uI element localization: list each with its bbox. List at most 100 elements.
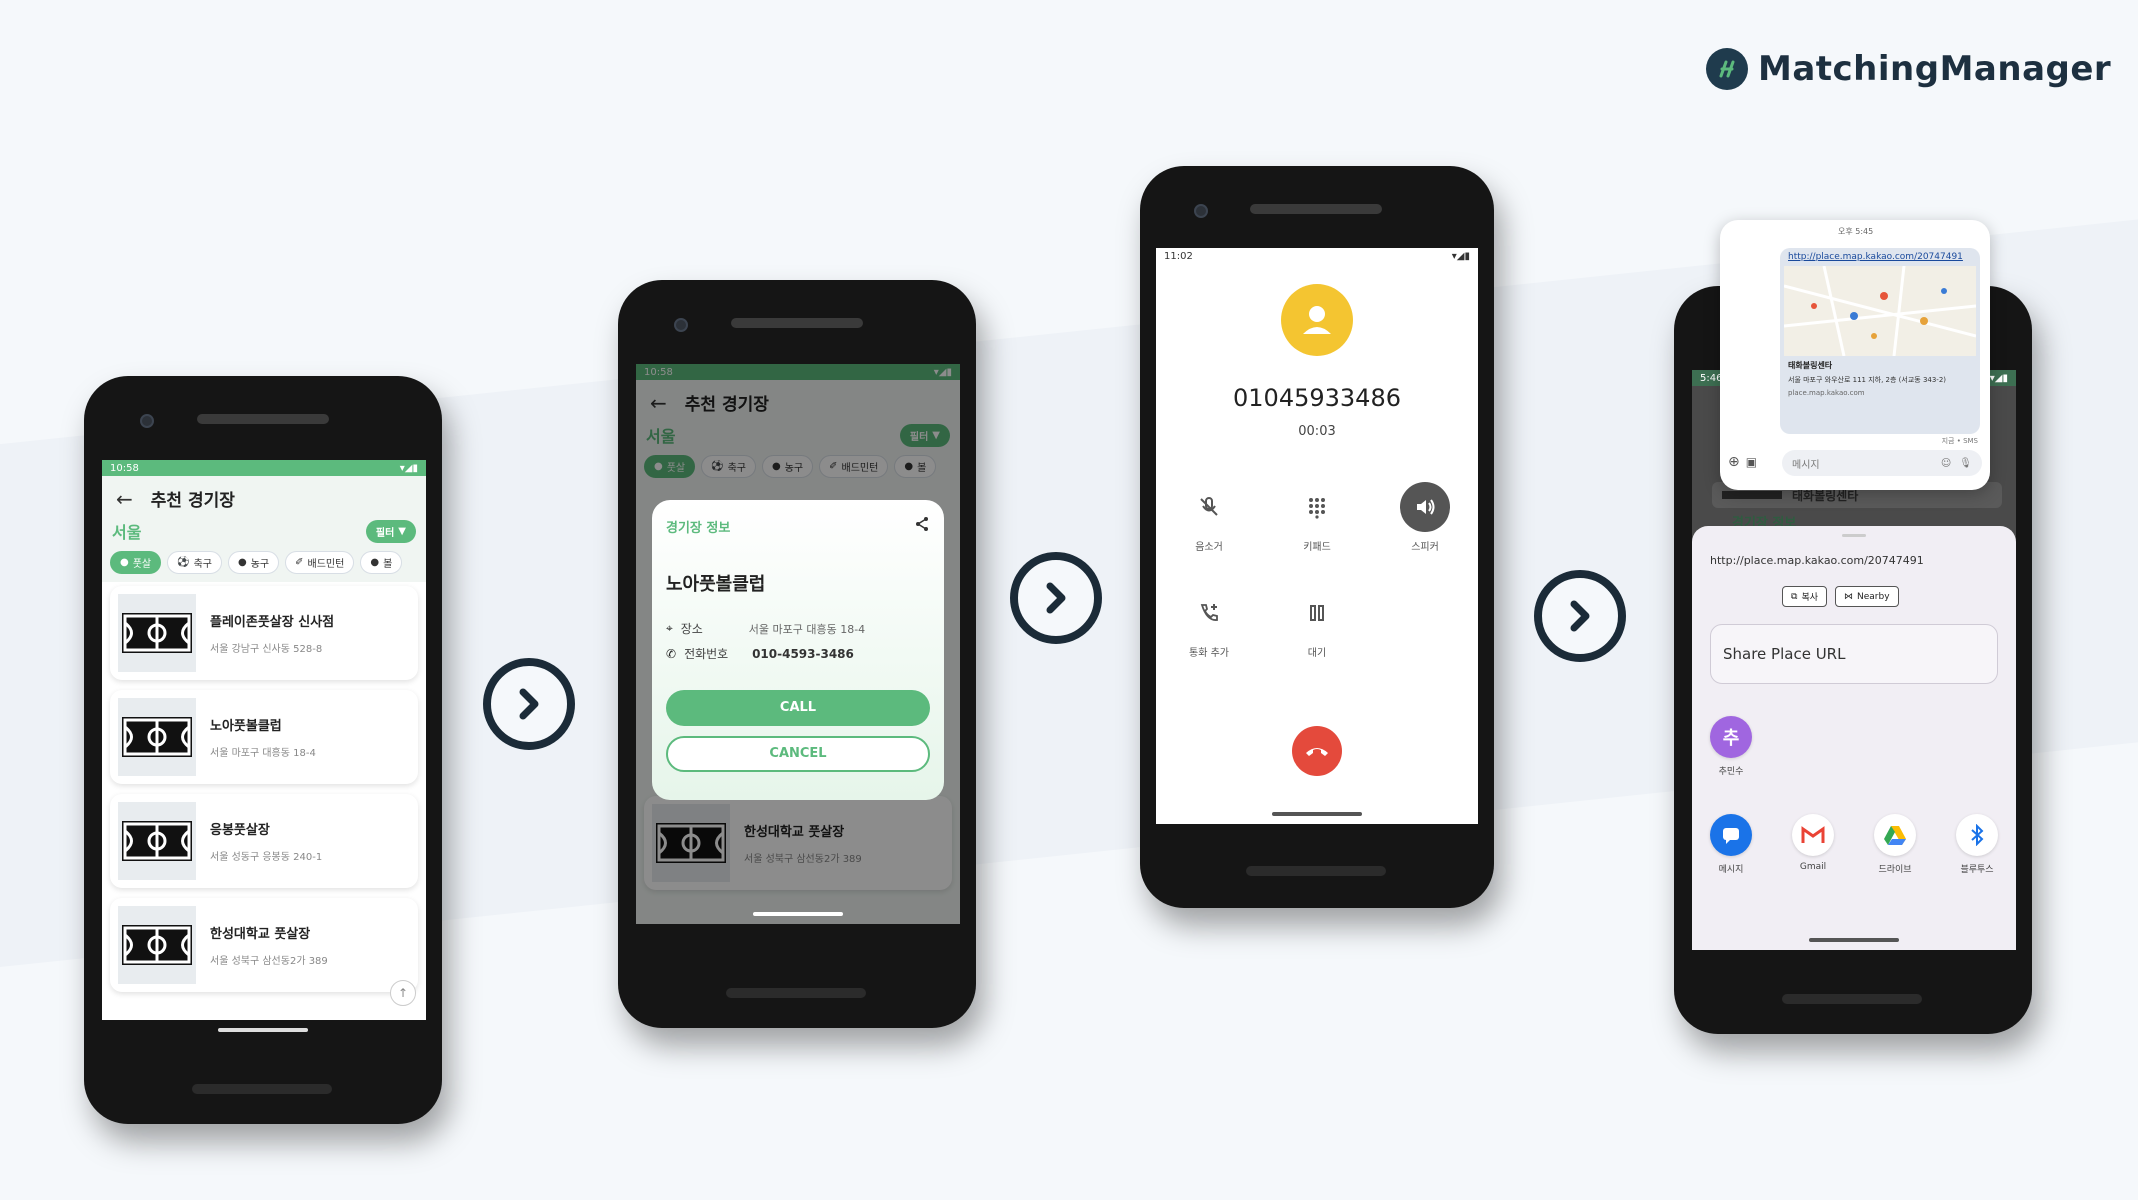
add-call-button[interactable]: 통화 추가	[1174, 588, 1244, 659]
venue-name: 노아풋볼클럽	[210, 719, 282, 734]
chip-basketball[interactable]: ● 농구	[228, 551, 280, 574]
court-thumbnail-icon	[118, 594, 196, 672]
chip-badminton[interactable]: ✐ 배드민턴	[285, 551, 355, 574]
bottom-speaker	[192, 1084, 332, 1094]
nearby-icon: ⋈	[1844, 591, 1853, 602]
app-bluetooth[interactable]: 블루투스	[1942, 814, 2012, 875]
soccer-ball-icon: ⚽	[177, 557, 190, 568]
bottom-speaker	[726, 988, 866, 998]
map-preview-icon	[1783, 265, 1977, 357]
venue-card[interactable]: 한성대학교 풋살장 서울 성북구 삼선동2가 389	[110, 898, 418, 992]
filter-icon: ▼	[398, 525, 406, 537]
venue-name: 플레이존풋살장 신사점	[210, 615, 335, 630]
add-attachment-icon[interactable]: ⊕	[1728, 454, 1740, 470]
phone-icon: ✆	[666, 646, 677, 661]
phone-label: 전화번호	[684, 647, 729, 661]
chip-label: 축구	[193, 559, 212, 570]
nearby-label: Nearby	[1857, 591, 1890, 602]
chip-futsal[interactable]: ● 풋살	[110, 551, 162, 574]
page-title: 추천 경기장	[150, 491, 235, 511]
venue-card[interactable]: 노아풋볼클럽 서울 마포구 대흥동 18-4	[110, 690, 418, 784]
app-drive[interactable]: 드라이브	[1860, 814, 1930, 875]
message-place-name: 태화볼링센타	[1788, 361, 1833, 370]
nearby-button[interactable]: ⋈ Nearby	[1835, 586, 1899, 607]
basketball-icon: ●	[238, 557, 247, 568]
venue-name: 한성대학교 풋살장	[210, 927, 311, 942]
messages-icon	[1710, 814, 1752, 856]
mute-label: 음소거	[1195, 542, 1223, 553]
filter-label: 필터	[375, 527, 395, 539]
venue-card[interactable]: 응봉풋살장 서울 성동구 응봉동 240-1	[110, 794, 418, 888]
share-text-field[interactable]: Share Place URL	[1710, 624, 1998, 684]
chip-label: 배드민턴	[307, 559, 345, 570]
filter-button[interactable]: 필터 ▼	[365, 519, 416, 543]
status-icons: ▾◢▮	[1451, 250, 1470, 262]
status-bar: 11:02 ▾◢▮	[1156, 248, 1478, 264]
emoji-icon[interactable]: ☺	[1941, 458, 1951, 469]
front-camera	[1194, 204, 1208, 218]
ball-icon: ●	[120, 557, 129, 568]
hold-button[interactable]: 대기	[1282, 588, 1352, 659]
gallery-icon[interactable]: ▣	[1746, 455, 1757, 469]
court-thumbnail-icon	[118, 906, 196, 984]
status-time: 10:58	[110, 462, 139, 474]
call-screen: 11:02 ▾◢▮ 01045933486 00:03 음소거 키패드 스피커	[1156, 248, 1478, 824]
add-call-icon	[1184, 588, 1234, 638]
copy-label: 복사	[1801, 593, 1818, 603]
status-icons: ▾◢▮	[1989, 372, 2008, 384]
redacted-bar	[1722, 491, 1782, 499]
call-button[interactable]: CALL	[666, 690, 930, 726]
sport-chips: ● 풋살 ⚽ 축구 ● 농구 ✐ 배드민턴 ● 볼	[102, 549, 426, 582]
app-label: 메시지	[1718, 865, 1744, 875]
dialog-title: 경기장 정보	[666, 520, 731, 536]
region-row: 서울 필터 ▼	[102, 517, 426, 549]
venue-card[interactable]: 플레이존풋살장 신사점 서울 강남구 신사동 528-8	[110, 586, 418, 680]
message-time: 오후 5:45	[1838, 227, 1874, 236]
chip-soccer[interactable]: ⚽ 축구	[167, 551, 222, 574]
app-gmail[interactable]: Gmail	[1778, 814, 1848, 872]
sheet-handle[interactable]	[1842, 534, 1866, 537]
chip-label: 볼	[383, 559, 393, 570]
bottom-speaker	[1246, 866, 1386, 876]
back-arrow-icon[interactable]: ←	[116, 487, 133, 511]
chip-label: 농구	[250, 559, 270, 570]
message-input[interactable]: 메시지 ☺ 🎙	[1782, 450, 1982, 476]
phone-value: 010-4593-3486	[752, 646, 854, 661]
app-label: 드라이브	[1878, 865, 1912, 875]
venue-info-dialog: 경기장 정보 노아풋볼클럽 ⌖ 장소 서울 마포구 대흥동 18-4 ✆ 전화번…	[652, 500, 944, 800]
venue-name: 노아풋볼클럽	[666, 574, 766, 595]
place-label: 장소	[680, 622, 703, 636]
venue-list-screen: 10:58 ▾◢▮ ← 추천 경기장 서울 필터 ▼ ● 풋살 ⚽ 축구 ● 농구 ✐…	[102, 460, 426, 1020]
region-label[interactable]: 서울	[112, 519, 141, 543]
earpiece	[197, 414, 329, 424]
court-thumbnail-icon	[118, 698, 196, 776]
brand-logo-icon	[1706, 48, 1748, 90]
share-icon[interactable]	[914, 516, 930, 536]
chevron-right-icon	[1046, 582, 1066, 614]
keypad-button[interactable]: 키패드	[1282, 482, 1352, 553]
map-thumbnail	[1783, 265, 1977, 357]
venue-address: 서울 성동구 응봉동 240-1	[210, 852, 323, 863]
scroll-top-icon[interactable]: ↑	[390, 980, 416, 1006]
chip-more[interactable]: ● 볼	[360, 551, 403, 574]
microphone-icon[interactable]: 🎙	[1959, 458, 1972, 469]
front-camera	[674, 318, 688, 332]
message-bubble[interactable]: http://place.map.kakao.com/20747491 태화볼링…	[1780, 248, 1980, 434]
copy-button[interactable]: ⧉ 복사	[1782, 586, 1827, 607]
phone-3: 11:02 ▾◢▮ 01045933486 00:03 음소거 키패드 스피커	[1140, 166, 1494, 908]
status-bar: 10:58 ▾◢▮	[102, 460, 426, 476]
contact-target[interactable]: 추 추민수	[1696, 716, 1766, 777]
place-value: 서울 마포구 대흥동 18-4	[748, 622, 866, 636]
cancel-button[interactable]: CANCEL	[666, 736, 930, 772]
app-messages[interactable]: 메시지	[1696, 814, 1766, 875]
mute-button[interactable]: 음소거	[1174, 482, 1244, 553]
share-actions: ⧉ 복사 ⋈ Nearby	[1782, 586, 1899, 607]
speaker-button[interactable]: 스피커	[1390, 482, 1460, 553]
contact-avatar: 추	[1710, 716, 1752, 758]
bluetooth-icon	[1956, 814, 1998, 856]
call-timer: 00:03	[1298, 424, 1336, 439]
next-arrow-1	[483, 658, 575, 750]
pause-icon	[1292, 588, 1342, 638]
hang-up-button[interactable]	[1292, 726, 1342, 776]
message-link[interactable]: http://place.map.kakao.com/20747491	[1780, 248, 1980, 266]
